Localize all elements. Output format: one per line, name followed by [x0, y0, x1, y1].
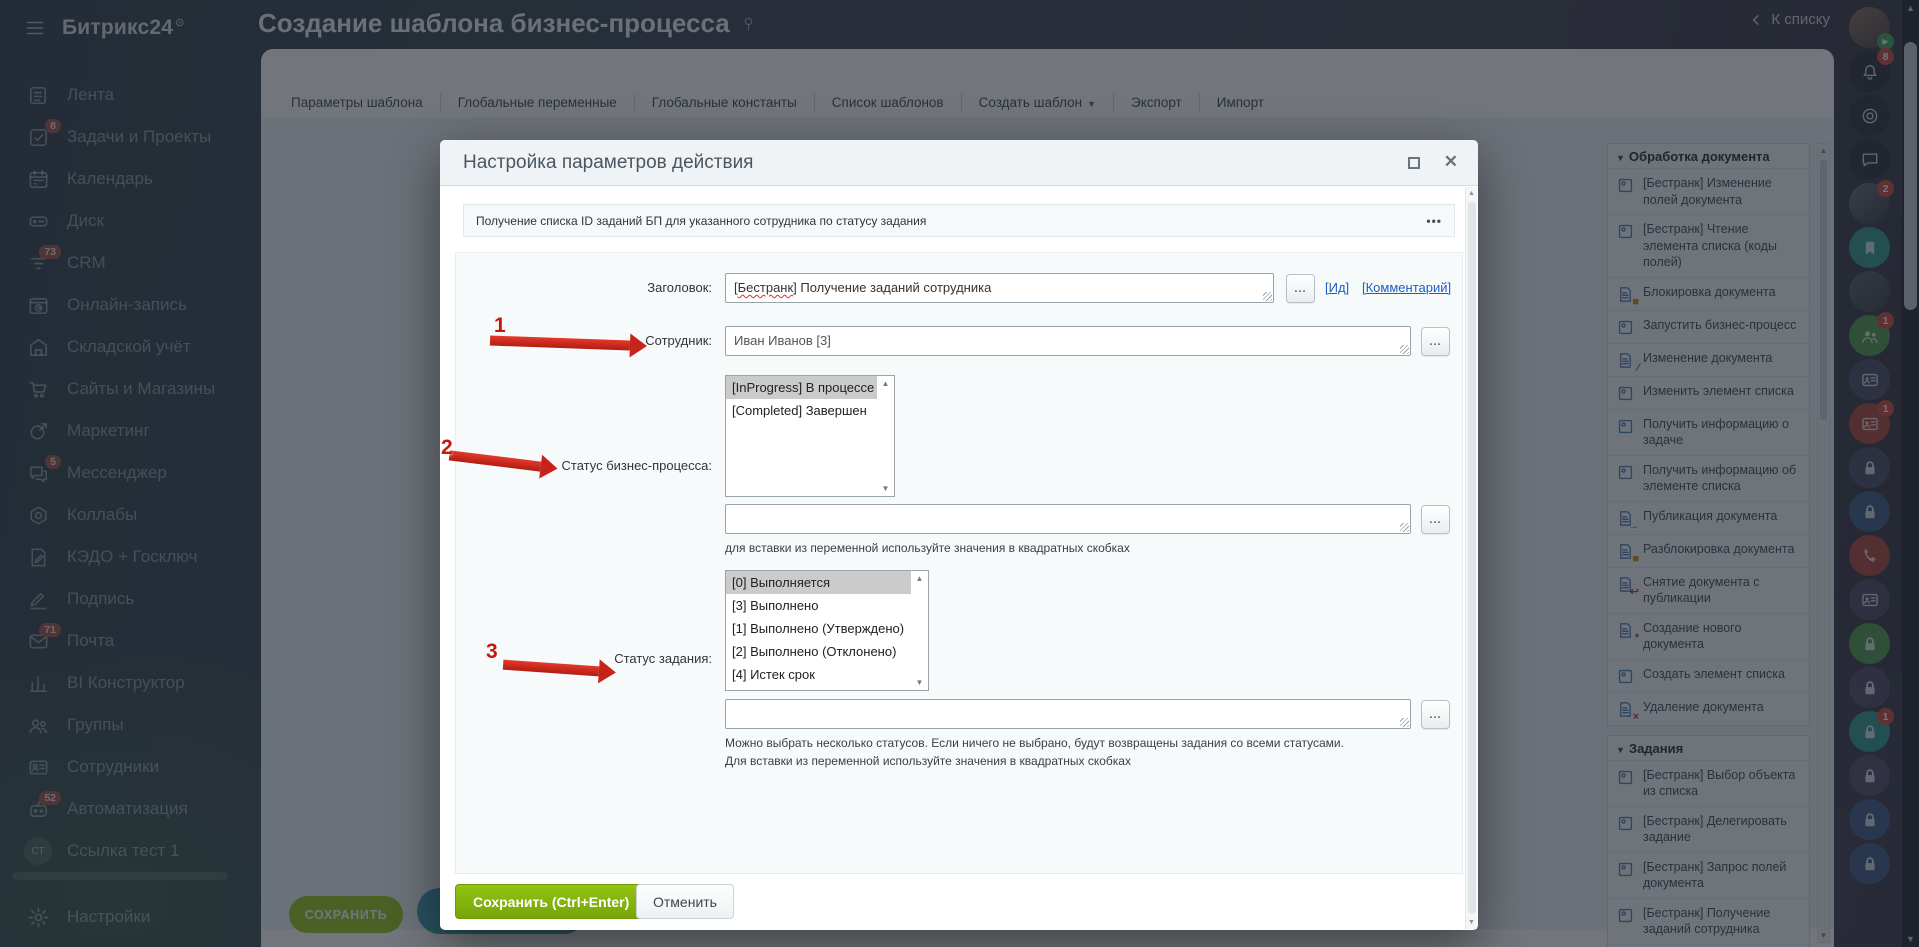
title-value: ] Получение заданий сотрудника: [793, 280, 991, 295]
listbox-scrollbar[interactable]: ▲▼: [877, 376, 894, 496]
employee-value: Иван Иванов [3]: [734, 333, 831, 348]
title-input[interactable]: [Бестранк] Получение заданий сотрудника: [725, 273, 1274, 303]
title-insert-value-button[interactable]: ...: [1286, 274, 1315, 303]
bp-status-insert-value-button[interactable]: ...: [1421, 505, 1450, 534]
field-label-title: Заголовок:: [456, 280, 712, 295]
task-status-hint-1: Можно выбрать несколько статусов. Если н…: [725, 736, 1344, 750]
employee-select-button[interactable]: ...: [1421, 327, 1450, 356]
listbox-scrollbar[interactable]: ▲▼: [911, 571, 928, 690]
scroll-up-icon[interactable]: ▲: [877, 379, 894, 388]
task-status-manual-input[interactable]: [725, 699, 1411, 729]
comment-link[interactable]: [Комментарий]: [1362, 280, 1451, 295]
app-window: Битрикс24⊙ Лента8Задачи и ПроектыКаленда…: [0, 0, 1919, 947]
scroll-down-icon[interactable]: ▼: [1466, 919, 1477, 926]
employee-input[interactable]: Иван Иванов [3]: [725, 326, 1411, 356]
title-value-misspelled: Бестранк: [738, 280, 794, 295]
action-description: Получение списка ID заданий БП для указа…: [476, 214, 926, 228]
scroll-up-icon[interactable]: ▲: [1466, 190, 1477, 197]
listbox-option[interactable]: [1] Выполнено (Утверждено): [726, 617, 911, 640]
resize-handle-icon[interactable]: [1263, 292, 1272, 301]
listbox-option[interactable]: [3] Выполнено: [726, 594, 911, 617]
task-status-listbox[interactable]: [0] Выполняется[3] Выполнено[1] Выполнен…: [725, 570, 929, 691]
resize-handle-icon[interactable]: [1400, 718, 1409, 727]
save-button[interactable]: Сохранить (Ctrl+Enter): [455, 884, 647, 919]
listbox-option[interactable]: [4] Истек срок: [726, 663, 911, 686]
maximize-icon[interactable]: [1408, 157, 1420, 169]
annotation-number-3: 3: [486, 640, 498, 664]
annotation-number-1: 1: [494, 314, 506, 338]
bp-status-manual-input[interactable]: [725, 504, 1411, 534]
scroll-up-icon[interactable]: ▲: [911, 574, 928, 583]
resize-handle-icon[interactable]: [1400, 345, 1409, 354]
close-icon[interactable]: ✕: [1444, 152, 1458, 172]
action-settings-dialog: Настройка параметров действия ✕ Получени…: [440, 140, 1478, 930]
dialog-title: Настройка параметров действия: [463, 140, 753, 186]
listbox-option[interactable]: [Completed] Завершен: [726, 399, 877, 422]
listbox-option[interactable]: [0] Выполняется: [726, 571, 911, 594]
cancel-button[interactable]: Отменить: [636, 884, 734, 919]
more-options-button[interactable]: •••: [1426, 214, 1442, 228]
task-status-hint-2: Для вставки из переменной используйте зн…: [725, 754, 1131, 768]
task-status-insert-value-button[interactable]: ...: [1421, 700, 1450, 729]
dialog-titlebar[interactable]: Настройка параметров действия ✕: [440, 140, 1478, 186]
bp-status-hint: для вставки из переменной используйте зн…: [725, 541, 1130, 555]
bp-status-listbox[interactable]: [InProgress] В процессе[Completed] Завер…: [725, 375, 895, 497]
scrollbar-thumb[interactable]: [1468, 202, 1476, 914]
dialog-scrollbar[interactable]: ▲ ▼: [1465, 187, 1477, 929]
scroll-down-icon[interactable]: ▼: [877, 484, 894, 493]
scroll-down-icon[interactable]: ▼: [911, 678, 928, 687]
resize-handle-icon[interactable]: [1400, 523, 1409, 532]
annotation-number-2: 2: [441, 436, 453, 460]
listbox-option[interactable]: [InProgress] В процессе: [726, 376, 877, 399]
listbox-option[interactable]: [2] Выполнено (Отклонено): [726, 640, 911, 663]
id-link[interactable]: [Ид]: [1325, 280, 1349, 295]
action-description-band: Получение списка ID заданий БП для указа…: [463, 204, 1455, 237]
